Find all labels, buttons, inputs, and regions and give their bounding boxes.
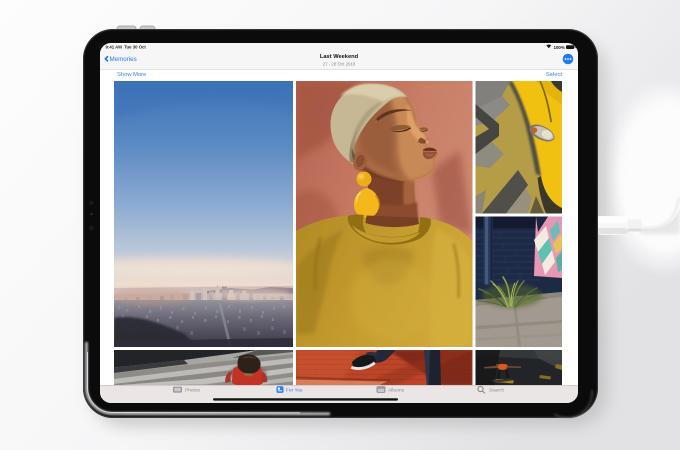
svg-text:Photos: Photos: [185, 387, 201, 393]
svg-text:100%: 100%: [554, 45, 565, 50]
svg-text:Albums: Albums: [388, 387, 405, 393]
svg-text:Memories: Memories: [110, 56, 137, 63]
svg-text:Show More: Show More: [117, 72, 146, 78]
svg-text:For You: For You: [286, 387, 303, 393]
svg-text:9:41 AM Tue 30 Oct: 9:41 AM Tue 30 Oct: [106, 45, 147, 50]
svg-text:Last Weekend: Last Weekend: [320, 54, 359, 60]
svg-text:27 - 28 Oct 2018: 27 - 28 Oct 2018: [323, 61, 356, 66]
svg-text:Search: Search: [489, 387, 505, 393]
svg-text:Select: Select: [546, 72, 563, 78]
